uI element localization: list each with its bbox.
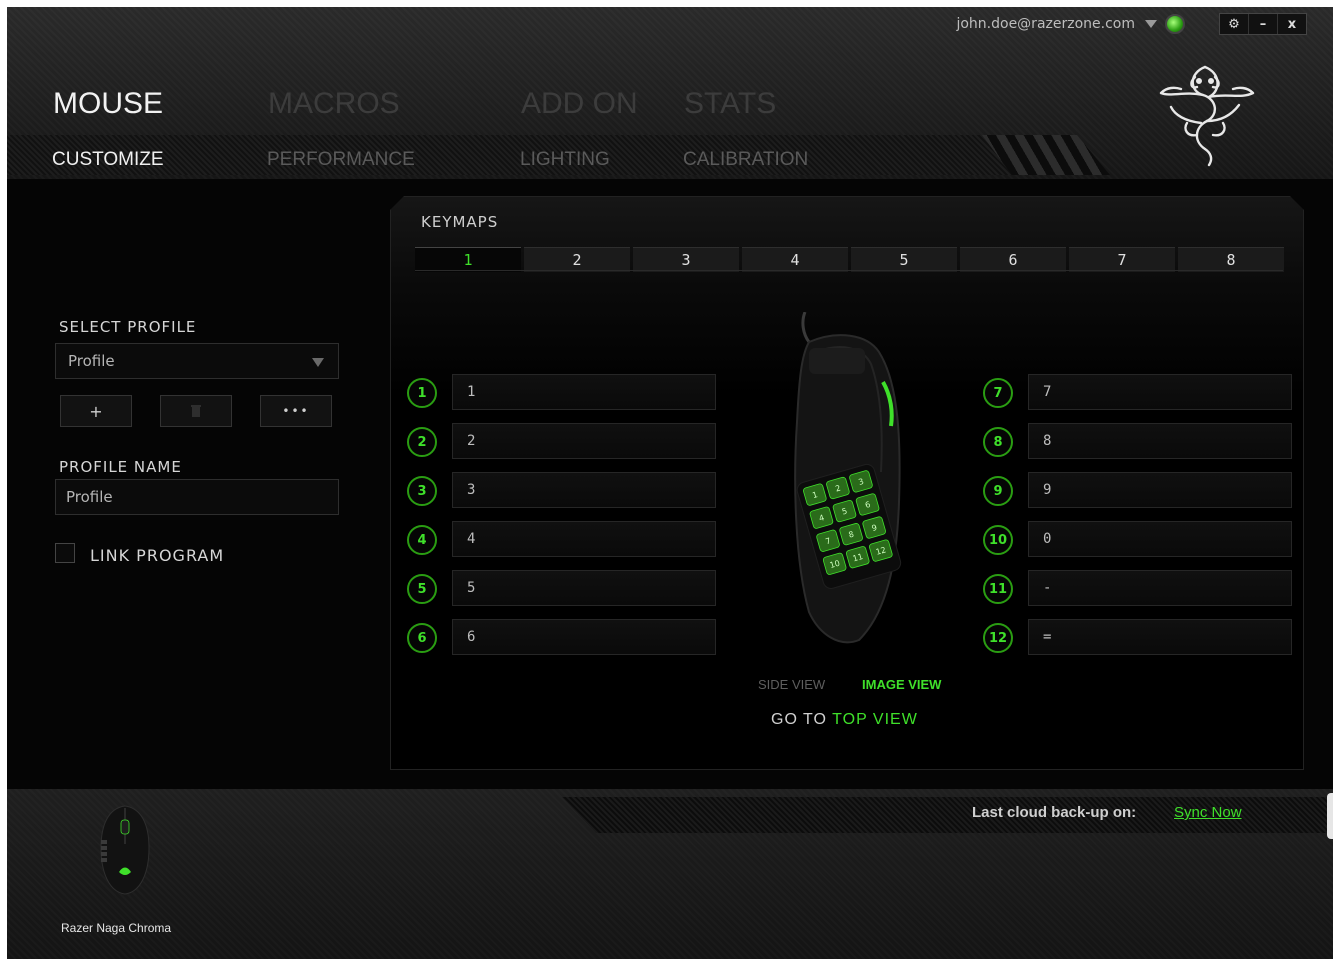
button-assignment-9[interactable]: 9 <box>1028 472 1292 508</box>
keymap-tab-5[interactable]: 5 <box>851 247 957 272</box>
button-assignment-5[interactable]: 5 <box>452 570 716 606</box>
image-view-button[interactable]: IMAGE VIEW <box>862 677 941 692</box>
keymap-tab-1[interactable]: 1 <box>415 247 521 272</box>
profile-name-label: PROFILE NAME <box>59 458 182 476</box>
synapse-window: john.doe@razerzone.com ⚙ – x MOUSE MACRO… <box>7 7 1333 959</box>
subtab-calibration[interactable]: CALIBRATION <box>683 149 808 171</box>
more-options-button[interactable]: ••• <box>260 395 332 427</box>
subtab-performance[interactable]: PERFORMANCE <box>267 149 415 171</box>
subtab-lighting[interactable]: LIGHTING <box>520 149 610 171</box>
cloud-backup-label: Last cloud back-up on: <box>972 804 1137 821</box>
button-number-3[interactable]: 3 <box>407 476 437 506</box>
keymap-tab-8[interactable]: 8 <box>1178 247 1284 272</box>
button-number-7[interactable]: 7 <box>983 378 1013 408</box>
settings-button[interactable]: ⚙ <box>1220 14 1249 34</box>
button-number-1[interactable]: 1 <box>407 378 437 408</box>
button-assignment-4[interactable]: 4 <box>452 521 716 557</box>
button-number-9[interactable]: 9 <box>983 476 1013 506</box>
profile-name-value: Profile <box>66 488 113 506</box>
goto-top-view: GO TO TOP VIEW <box>771 711 918 729</box>
mouse-side-image: 1 2 3 4 5 6 7 8 9 10 11 12 <box>794 312 902 644</box>
button-number-4[interactable]: 4 <box>407 525 437 555</box>
keymap-tab-7[interactable]: 7 <box>1069 247 1175 272</box>
keymaps-title: KEYMAPS <box>421 213 499 231</box>
device-thumbnail[interactable] <box>95 804 155 896</box>
tab-macros[interactable]: MACROS <box>268 87 400 121</box>
button-number-11[interactable]: 11 <box>983 574 1013 604</box>
button-assignment-3[interactable]: 3 <box>452 472 716 508</box>
side-view-button[interactable]: SIDE VIEW <box>758 677 825 692</box>
button-number-12[interactable]: 12 <box>983 623 1013 653</box>
top-bar: john.doe@razerzone.com ⚙ – x <box>956 13 1307 35</box>
account-email[interactable]: john.doe@razerzone.com <box>956 16 1135 32</box>
button-number-6[interactable]: 6 <box>407 623 437 653</box>
tab-mouse[interactable]: MOUSE <box>53 87 163 121</box>
subtab-customize[interactable]: CUSTOMIZE <box>52 149 164 171</box>
link-program-label: LINK PROGRAM <box>90 546 225 565</box>
close-button[interactable]: x <box>1278 14 1306 34</box>
delete-profile-button[interactable] <box>160 395 232 427</box>
button-number-5[interactable]: 5 <box>407 574 437 604</box>
button-assignment-8[interactable]: 8 <box>1028 423 1292 459</box>
profile-select-value: Profile <box>68 352 115 370</box>
button-assignment-6[interactable]: 6 <box>452 619 716 655</box>
more-icon: ••• <box>282 404 310 418</box>
button-assignment-10[interactable]: 0 <box>1028 521 1292 557</box>
keymap-tab-4[interactable]: 4 <box>742 247 848 272</box>
goto-prefix: GO TO <box>771 711 827 728</box>
button-assignment-11[interactable]: - <box>1028 570 1292 606</box>
button-number-8[interactable]: 8 <box>983 427 1013 457</box>
button-number-2[interactable]: 2 <box>407 427 437 457</box>
button-number-10[interactable]: 10 <box>983 525 1013 555</box>
keymap-tab-2[interactable]: 2 <box>524 247 630 272</box>
keymap-tab-6[interactable]: 6 <box>960 247 1066 272</box>
add-profile-button[interactable]: + <box>60 395 132 427</box>
profile-select[interactable]: Profile <box>55 343 339 379</box>
plus-icon: + <box>89 401 103 421</box>
button-assignment-1[interactable]: 1 <box>452 374 716 410</box>
button-assignment-12[interactable]: = <box>1028 619 1292 655</box>
minimize-button[interactable]: – <box>1249 14 1278 34</box>
button-assignment-2[interactable]: 2 <box>452 423 716 459</box>
chevron-down-icon <box>312 358 324 367</box>
trash-icon <box>191 405 201 417</box>
keymap-tab-3[interactable]: 3 <box>633 247 739 272</box>
keymap-tabs-divider <box>415 270 1283 271</box>
window-controls: ⚙ – x <box>1219 13 1307 35</box>
online-status-icon <box>1165 14 1185 34</box>
select-profile-label: SELECT PROFILE <box>59 318 197 336</box>
account-dropdown-icon[interactable] <box>1145 20 1157 28</box>
sync-now-link[interactable]: Sync Now <box>1174 804 1242 821</box>
device-name: Razer Naga Chroma <box>61 921 172 935</box>
profile-name-input[interactable]: Profile <box>55 479 339 515</box>
top-view-link[interactable]: TOP VIEW <box>832 711 918 728</box>
tab-add-on[interactable]: ADD ON <box>521 87 638 121</box>
razer-logo-icon <box>1159 65 1255 167</box>
side-panel-handle[interactable] <box>1327 793 1333 839</box>
button-assignment-7[interactable]: 7 <box>1028 374 1292 410</box>
keymap-tabs: 1 2 3 4 5 6 7 8 <box>415 247 1287 272</box>
link-program-checkbox[interactable] <box>55 543 75 563</box>
tab-stats[interactable]: STATS <box>684 87 776 121</box>
